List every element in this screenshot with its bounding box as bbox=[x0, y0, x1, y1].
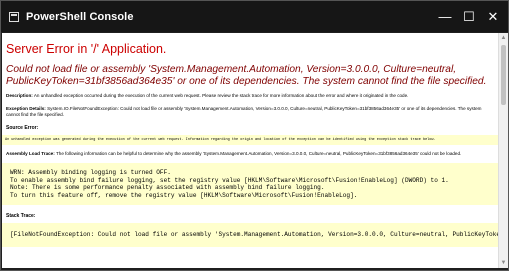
assembly-load-label: Assembly Load Trace: bbox=[6, 150, 55, 156]
server-error-heading: Server Error in '/' Application. bbox=[6, 42, 167, 56]
vertical-scrollbar[interactable]: ▲ ▼ bbox=[498, 33, 508, 268]
scroll-down-icon[interactable]: ▼ bbox=[499, 258, 508, 268]
maximize-icon[interactable]: ☐ bbox=[460, 8, 478, 26]
powershell-console-window: PowerShell Console — ☐ ✕ Server Error in… bbox=[0, 0, 509, 271]
assembly-load-paragraph: Assembly Load Trace: The following infor… bbox=[6, 151, 494, 158]
error-page-content: Server Error in '/' Application. Could n… bbox=[2, 33, 498, 268]
source-error-box: An unhandled exception was generated dur… bbox=[2, 134, 498, 145]
stack-trace-box: [FileNotFoundException: Could not load f… bbox=[2, 223, 498, 247]
exception-details-paragraph: Exception Details: System.IO.FileNotFoun… bbox=[6, 106, 494, 119]
window-controls: — ☐ ✕ bbox=[430, 1, 502, 32]
description-paragraph: Description: An unhandled exception occu… bbox=[6, 93, 494, 100]
title-bar[interactable]: PowerShell Console — ☐ ✕ bbox=[1, 1, 508, 32]
description-text: An unhandled exception occurred during t… bbox=[32, 93, 409, 98]
assembly-load-trace-box: WRN: Assembly binding logging is turned … bbox=[2, 163, 498, 206]
source-error-label: Source Error: bbox=[6, 124, 39, 131]
console-app-icon bbox=[9, 11, 19, 22]
exception-details-text: System.IO.FileNotFoundException: Could n… bbox=[6, 105, 482, 118]
scrollbar-thumb[interactable] bbox=[501, 45, 506, 105]
minimize-icon[interactable]: — bbox=[436, 8, 454, 26]
assembly-load-text: The following information can be helpful… bbox=[54, 150, 462, 156]
close-icon[interactable]: ✕ bbox=[484, 8, 502, 26]
window-title: PowerShell Console bbox=[26, 10, 134, 23]
description-label: Description: bbox=[6, 93, 33, 98]
stack-trace-label: Stack Trace: bbox=[6, 213, 36, 220]
exception-details-label: Exception Details: bbox=[6, 105, 46, 111]
scroll-up-icon[interactable]: ▲ bbox=[499, 33, 508, 43]
error-message: Could not load file or assembly 'System.… bbox=[6, 64, 487, 87]
